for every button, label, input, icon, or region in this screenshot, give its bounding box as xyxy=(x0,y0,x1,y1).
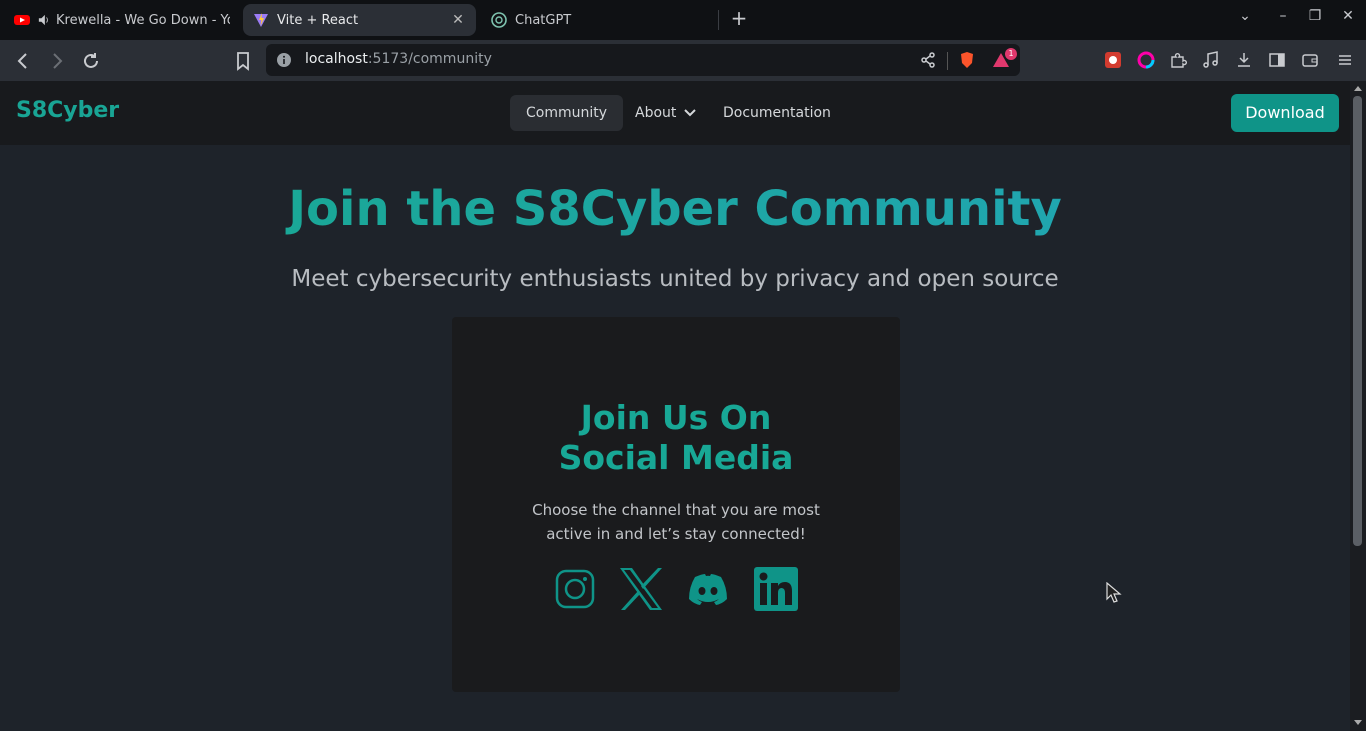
tab-youtube[interactable]: Krewella - We Go Down - YouT xyxy=(4,4,240,36)
browser-tab-strip: Krewella - We Go Down - YouT Vite + Reac… xyxy=(0,0,1366,40)
chatgpt-icon xyxy=(491,12,507,28)
tab-title: ChatGPT xyxy=(515,12,572,28)
tab-chatgpt[interactable]: ChatGPT xyxy=(481,4,711,36)
scrollbar-thumb[interactable] xyxy=(1353,96,1362,546)
wallet-icon[interactable] xyxy=(1301,51,1319,69)
menu-icon[interactable] xyxy=(1336,51,1354,69)
page-subtitle: Meet cybersecurity enthusiasts united by… xyxy=(291,266,1059,292)
chevron-down-icon xyxy=(684,109,697,117)
sidebar-icon[interactable] xyxy=(1268,51,1286,69)
url-text[interactable]: localhost:5173/community xyxy=(305,51,492,67)
brave-shields-icon[interactable] xyxy=(958,51,976,69)
close-tab-icon[interactable]: ✕ xyxy=(450,12,466,28)
close-window-icon[interactable]: ✕ xyxy=(1336,8,1360,24)
speaker-icon[interactable] xyxy=(38,14,50,26)
bookmark-icon[interactable] xyxy=(232,50,254,72)
minimize-icon[interactable]: – xyxy=(1271,8,1295,24)
card-description: Choose the channel that you are most act… xyxy=(452,498,900,546)
color-picker-icon[interactable] xyxy=(1137,51,1155,69)
url-divider xyxy=(947,52,948,70)
tab-title: Vite + React xyxy=(277,12,359,28)
tab-search-chevron-icon[interactable]: ⌄ xyxy=(1233,8,1257,24)
site-logo[interactable]: S8Cyber xyxy=(16,98,119,123)
scroll-up-icon[interactable] xyxy=(1353,84,1363,92)
nav-about-label: About xyxy=(635,105,677,121)
extensions-puzzle-icon[interactable] xyxy=(1169,51,1187,69)
nav-about[interactable]: About xyxy=(619,95,710,131)
media-icon[interactable] xyxy=(1202,51,1220,69)
card-title: Join Us On Social Media xyxy=(452,398,900,478)
scroll-down-icon[interactable] xyxy=(1353,719,1363,727)
card-text-line2: active in and let’s stay connected! xyxy=(546,525,806,543)
back-icon[interactable] xyxy=(12,50,34,72)
tab-vite-react[interactable]: Vite + React ✕ xyxy=(243,4,476,36)
page-title: Join the S8Cyber Community xyxy=(0,181,1350,237)
reload-icon[interactable] xyxy=(80,50,102,72)
vite-icon xyxy=(254,13,268,27)
extension-icon[interactable] xyxy=(1104,51,1122,69)
restore-icon[interactable]: ❐ xyxy=(1303,8,1327,24)
instagram-icon[interactable] xyxy=(553,567,597,611)
card-text-line1: Choose the channel that you are most xyxy=(532,501,820,519)
share-icon[interactable] xyxy=(919,51,937,69)
linkedin-icon[interactable] xyxy=(754,567,798,611)
nav-community[interactable]: Community xyxy=(510,95,624,131)
discord-icon[interactable] xyxy=(686,567,730,611)
notification-badge: 1 xyxy=(1005,48,1017,60)
card-title-line1: Join Us On xyxy=(580,398,772,437)
url-host: localhost xyxy=(305,51,368,67)
url-path: :5173/community xyxy=(367,51,492,67)
tab-title: Krewella - We Go Down - YouT xyxy=(56,12,230,28)
youtube-icon xyxy=(14,15,30,25)
card-title-line2: Social Media xyxy=(558,438,794,477)
site-info-icon[interactable] xyxy=(276,52,292,68)
tab-separator xyxy=(718,10,719,30)
forward-icon[interactable] xyxy=(46,50,68,72)
nav-documentation[interactable]: Documentation xyxy=(707,95,847,131)
new-tab-icon[interactable]: + xyxy=(727,6,751,30)
x-icon[interactable] xyxy=(619,567,663,611)
download-button[interactable]: Download xyxy=(1231,94,1339,132)
download-icon[interactable] xyxy=(1235,51,1253,69)
mouse-cursor-icon xyxy=(1106,582,1122,603)
